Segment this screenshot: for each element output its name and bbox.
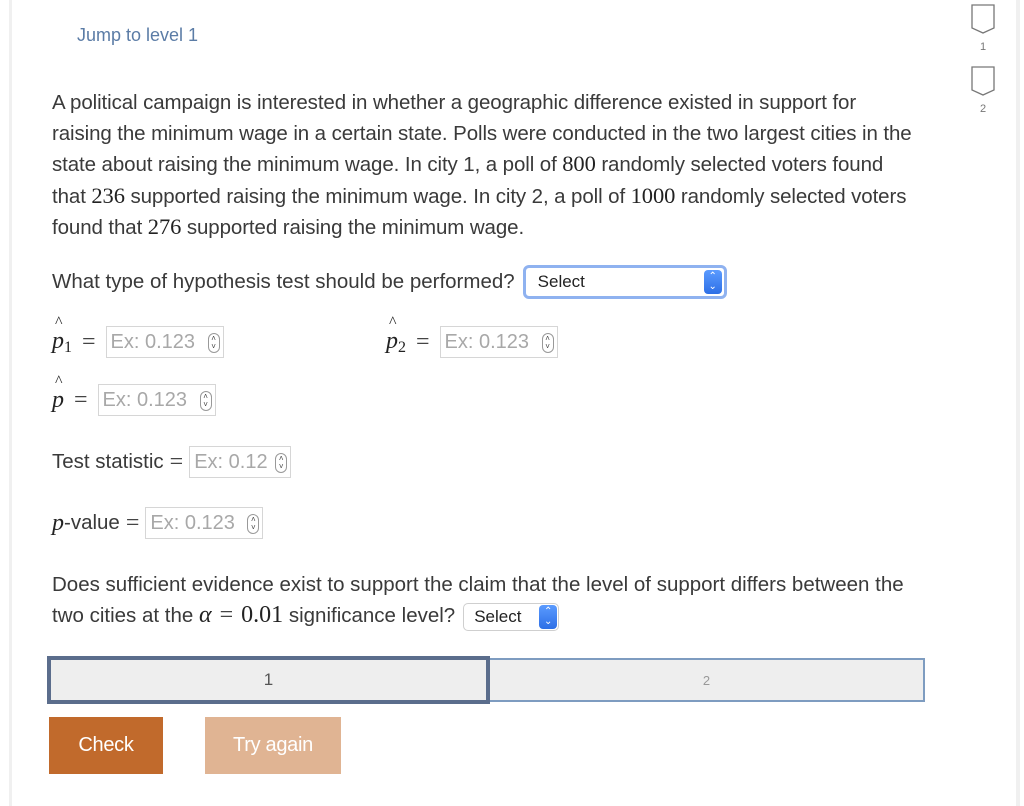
problem-text: supported raising the minimum wage. xyxy=(181,216,525,239)
select-value: Select xyxy=(474,607,522,627)
placeholder: Ex: 0.12 xyxy=(194,450,268,473)
p-hat: p xyxy=(386,314,398,355)
level-indicator-2[interactable]: 2 xyxy=(966,66,998,128)
level-tab-2[interactable]: 2 xyxy=(490,658,925,702)
p-value-label: -value xyxy=(64,511,120,534)
p-value-input[interactable]: Ex: 0.123 ˄ ˅ xyxy=(145,507,264,539)
p2-hat-symbol: p2 xyxy=(386,314,406,357)
placeholder: Ex: 0.123 xyxy=(444,330,530,353)
select-arrows-icon: ⌃ ⌄ xyxy=(539,604,558,629)
p-hat: p xyxy=(52,314,64,355)
conclusion-question: Does sufficient evidence exist to suppor… xyxy=(52,569,912,631)
question-text: significance level? xyxy=(283,604,456,627)
pooled-p-hat-row: p = Ex: 0.123 ˄˅ xyxy=(52,373,216,416)
alpha-value: 0.01 xyxy=(241,602,284,628)
supporters-city2: 276 xyxy=(147,214,182,239)
level-badge-icon xyxy=(971,4,995,34)
p2-hat-row: p2 = Ex: 0.123 ˄˅ xyxy=(386,314,558,358)
try-again-button[interactable]: Try again xyxy=(205,717,341,774)
hypothesis-test-select[interactable]: Select ⌃ ⌄ xyxy=(522,265,727,299)
p1-hat-input[interactable]: Ex: 0.123 ˄ ˅ xyxy=(105,326,224,358)
equals-sign: = xyxy=(74,386,88,413)
placeholder: Ex: 0.123 xyxy=(110,330,196,353)
level-number: 2 xyxy=(979,103,987,115)
problem-statement: A political campaign is interested in wh… xyxy=(52,88,912,244)
subscript: 2 xyxy=(398,338,406,356)
sample-size-city2: 1000 xyxy=(630,182,676,208)
page-right-edge xyxy=(1016,0,1020,806)
spinner-icon[interactable]: ˄ ˅ xyxy=(207,333,220,353)
p1-hat-row: p1 = Ex: 0.123 ˄˅ xyxy=(52,314,224,358)
equals-sign: = xyxy=(125,509,140,536)
supporters-city1: 236 xyxy=(91,182,125,208)
spinner-icon[interactable]: ˄ ˅ xyxy=(541,333,554,353)
p-hat: p xyxy=(52,373,64,414)
hypothesis-test-label: What type of hypothesis test should be p… xyxy=(52,270,515,293)
sample-size-city1: 800 xyxy=(562,151,596,176)
pooled-p-hat-input[interactable]: Ex: 0.123 ˄ ˅ xyxy=(97,384,216,416)
spinner-icon[interactable]: ˄ ˅ xyxy=(247,514,260,534)
equals-sign: = xyxy=(169,448,184,475)
alpha-symbol: α xyxy=(198,602,212,628)
subscript: 1 xyxy=(64,338,72,356)
placeholder: Ex: 0.123 xyxy=(102,388,188,411)
equals-sign: = xyxy=(82,328,96,355)
test-statistic-input[interactable]: Ex: 0.12 ˄ ˅ xyxy=(189,446,292,478)
select-value: Select xyxy=(537,272,585,291)
page-left-edge xyxy=(9,0,12,806)
jump-to-level-link[interactable]: Jump to level 1 xyxy=(77,25,198,46)
p-value-row: p -value = Ex: 0.123 ˄ ˅ xyxy=(52,507,264,539)
conclusion-select[interactable]: Select ⌃ ⌄ xyxy=(463,602,560,631)
spinner-icon[interactable]: ˄ ˅ xyxy=(199,391,212,411)
check-button[interactable]: Check xyxy=(49,717,163,774)
level-badge-icon xyxy=(971,66,995,96)
test-statistic-row: Test statistic = Ex: 0.12 ˄ ˅ xyxy=(52,446,292,478)
spinner-icon[interactable]: ˄ ˅ xyxy=(275,453,288,473)
problem-text: supported raising the minimum wage. In c… xyxy=(124,184,631,208)
pooled-p-hat-symbol: p xyxy=(52,373,64,414)
test-statistic-label: Test statistic xyxy=(52,450,164,473)
p2-hat-input[interactable]: Ex: 0.123 ˄ ˅ xyxy=(439,326,558,358)
select-arrows-icon: ⌃ ⌄ xyxy=(703,270,722,294)
level-tabs: 1 2 xyxy=(47,656,925,704)
level-tab-1[interactable]: 1 xyxy=(47,656,490,704)
equals-sign: = xyxy=(219,602,234,628)
level-indicator-1[interactable]: 1 xyxy=(966,4,998,66)
p-value-italic: p xyxy=(52,509,64,536)
equals-sign: = xyxy=(416,328,430,355)
level-progress-nav: 1 2 xyxy=(966,4,998,128)
placeholder: Ex: 0.123 xyxy=(150,511,235,534)
p1-hat-symbol: p1 xyxy=(52,314,72,357)
hypothesis-test-question: What type of hypothesis test should be p… xyxy=(52,265,727,299)
level-number: 1 xyxy=(979,41,987,53)
